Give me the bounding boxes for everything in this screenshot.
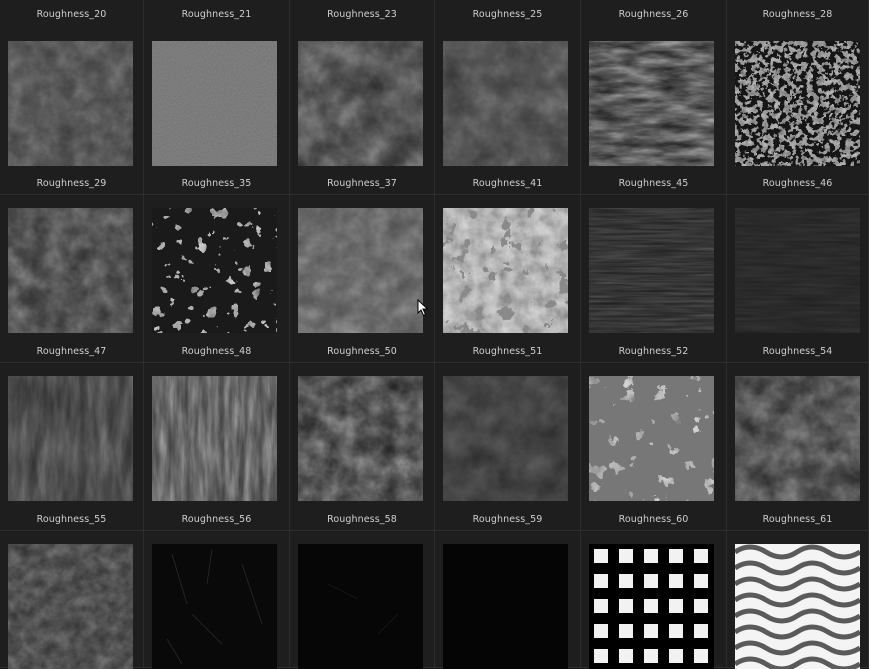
texture-label: Roughness_20 <box>36 9 107 20</box>
texture-tile[interactable]: Roughness_52 <box>581 346 727 531</box>
texture-thumbnail[interactable] <box>443 208 568 333</box>
texture-thumbnail[interactable] <box>152 376 277 501</box>
texture-label: Roughness_48 <box>181 346 252 357</box>
texture-tile[interactable]: Roughness_45 <box>581 178 727 363</box>
texture-thumbnail[interactable] <box>8 544 133 669</box>
texture-tile[interactable]: Roughness_20 <box>0 0 144 195</box>
texture-label: Roughness_29 <box>36 178 107 189</box>
texture-tile[interactable]: Roughness_37 <box>290 178 435 363</box>
texture-thumbnail[interactable] <box>735 544 860 669</box>
texture-label: Roughness_35 <box>181 178 252 189</box>
texture-label: Roughness_21 <box>181 9 252 20</box>
texture-label: Roughness_26 <box>618 9 689 20</box>
texture-label: Roughness_56 <box>181 514 252 525</box>
texture-thumbnail[interactable] <box>589 41 714 166</box>
texture-thumbnail[interactable] <box>8 376 133 501</box>
texture-tile[interactable]: Roughness_26 <box>581 0 727 195</box>
texture-tile[interactable]: Roughness_59 <box>435 514 581 669</box>
mouse-cursor-icon <box>417 298 429 317</box>
texture-tile[interactable]: Roughness_55 <box>0 514 144 669</box>
texture-label: Roughness_47 <box>36 346 107 357</box>
texture-thumbnail[interactable] <box>152 544 277 669</box>
texture-tile[interactable]: Roughness_21 <box>144 0 290 195</box>
texture-thumbnail[interactable] <box>735 208 860 333</box>
texture-label: Roughness_41 <box>472 178 543 189</box>
texture-label: Roughness_23 <box>327 9 397 20</box>
texture-thumbnail[interactable] <box>298 208 423 333</box>
texture-tile[interactable]: Roughness_23 <box>290 0 435 195</box>
texture-tile[interactable]: Roughness_29 <box>0 178 144 363</box>
texture-tile[interactable]: Roughness_61 <box>727 514 869 669</box>
texture-tile[interactable]: Roughness_47 <box>0 346 144 531</box>
texture-label: Roughness_60 <box>618 514 689 525</box>
texture-thumbnail[interactable] <box>298 544 423 669</box>
texture-label: Roughness_54 <box>762 346 833 357</box>
texture-thumbnail[interactable] <box>443 376 568 501</box>
texture-thumbnail[interactable] <box>8 41 133 166</box>
texture-label: Roughness_45 <box>618 178 689 189</box>
texture-thumbnail[interactable] <box>8 208 133 333</box>
texture-label: Roughness_51 <box>472 346 543 357</box>
texture-label: Roughness_46 <box>762 178 833 189</box>
texture-label: Roughness_52 <box>618 346 689 357</box>
texture-label: Roughness_28 <box>762 9 833 20</box>
texture-thumbnail[interactable] <box>589 208 714 333</box>
texture-tile[interactable]: Roughness_35 <box>144 178 290 363</box>
texture-tile[interactable]: Roughness_60 <box>581 514 727 669</box>
texture-tile[interactable]: Roughness_28 <box>727 0 869 195</box>
texture-tile[interactable]: Roughness_54 <box>727 346 869 531</box>
texture-thumbnail[interactable] <box>298 41 423 166</box>
texture-thumbnail[interactable] <box>735 376 860 501</box>
texture-label: Roughness_61 <box>762 514 833 525</box>
texture-label: Roughness_59 <box>472 514 543 525</box>
texture-tile[interactable]: Roughness_50 <box>290 346 435 531</box>
texture-thumbnail[interactable] <box>735 41 860 166</box>
texture-label: Roughness_58 <box>327 514 397 525</box>
texture-thumbnail[interactable] <box>443 41 568 166</box>
texture-thumbnail[interactable] <box>589 544 714 669</box>
texture-tile[interactable]: Roughness_48 <box>144 346 290 531</box>
texture-thumbnail[interactable] <box>152 41 277 166</box>
texture-thumbnail[interactable] <box>443 544 568 669</box>
texture-thumbnail[interactable] <box>152 208 277 333</box>
texture-tile[interactable]: Roughness_46 <box>727 178 869 363</box>
texture-thumbnail[interactable] <box>298 376 423 501</box>
texture-label: Roughness_55 <box>36 514 107 525</box>
texture-thumbnail[interactable] <box>589 376 714 501</box>
texture-tile[interactable]: Roughness_25 <box>435 0 581 195</box>
texture-label: Roughness_37 <box>327 178 397 189</box>
texture-tile[interactable]: Roughness_51 <box>435 346 581 531</box>
texture-tile[interactable]: Roughness_58 <box>290 514 435 669</box>
texture-label: Roughness_50 <box>327 346 397 357</box>
texture-tile[interactable]: Roughness_56 <box>144 514 290 669</box>
texture-label: Roughness_25 <box>472 9 543 20</box>
texture-tile[interactable]: Roughness_41 <box>435 178 581 363</box>
